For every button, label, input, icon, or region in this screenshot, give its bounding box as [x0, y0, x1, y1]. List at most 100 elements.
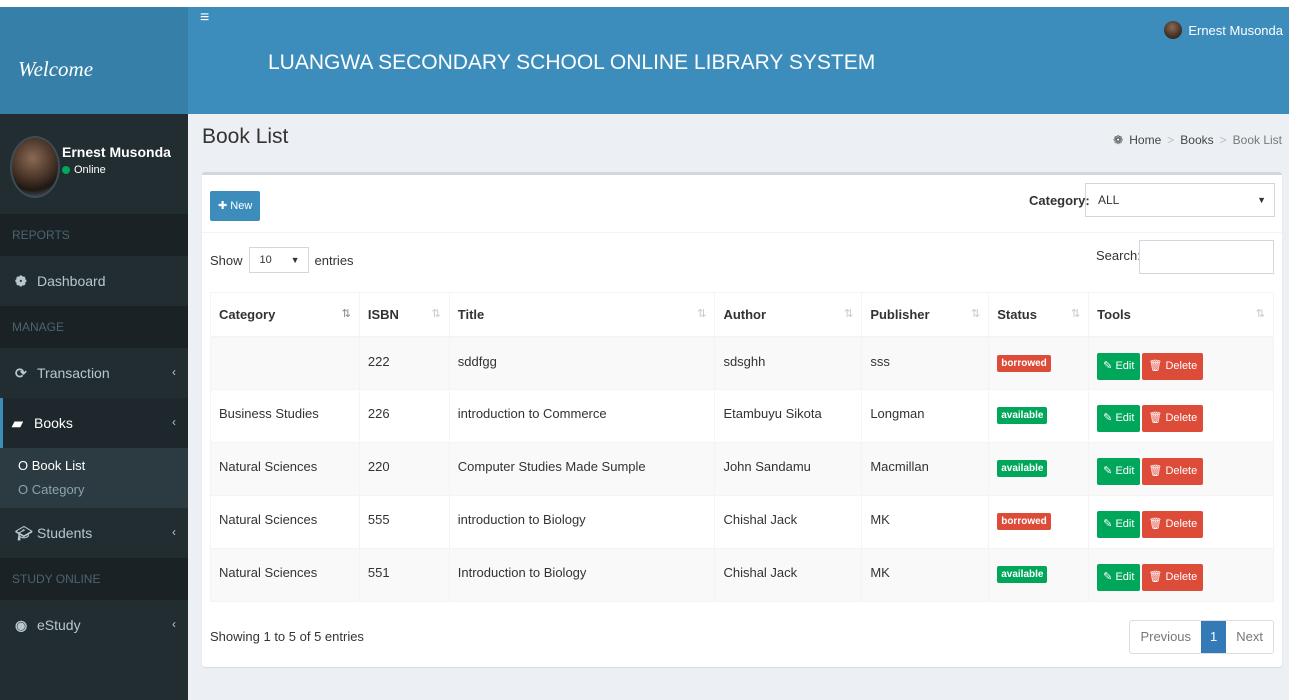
page-length-select[interactable]: 10 ▼: [248, 247, 309, 273]
books-submenu: O Book List O Category: [0, 448, 188, 508]
category-filter-select[interactable]: ALL ▼: [1085, 183, 1275, 217]
refresh-icon: ⟳: [15, 364, 27, 381]
breadcrumb-separator: >: [1167, 133, 1175, 147]
new-button-label: New: [230, 200, 253, 212]
section-manage: MANAGE: [0, 306, 188, 348]
page-length-control: Show 10 ▼ entries: [210, 247, 354, 273]
book-list-box: ✚ New Category: ALL ▼ Show 10 ▼ entries …: [202, 172, 1282, 667]
cell-title: Introduction to Biology: [448, 548, 716, 602]
trash-icon: 🗑︎: [1148, 359, 1163, 372]
circle-icon: O: [18, 482, 29, 497]
sidebar-item-book-list[interactable]: O Book List: [18, 454, 188, 478]
app-title: LUANGWA SECONDARY SCHOOL ONLINE LIBRARY …: [268, 51, 876, 74]
edit-button[interactable]: ✎ Edit: [1097, 405, 1141, 432]
page-length-value: 10: [259, 254, 272, 266]
trash-icon: 🗑︎: [1148, 465, 1163, 477]
cell-isbn: 555: [358, 495, 450, 549]
cell-author: John Sandamu: [714, 442, 863, 496]
edit-button[interactable]: ✎ Edit: [1097, 564, 1141, 591]
delete-button[interactable]: 🗑︎ Delete: [1142, 511, 1204, 538]
sidebar-item-label: eStudy: [37, 617, 81, 633]
previous-page-button[interactable]: Previous: [1130, 621, 1201, 653]
new-book-button[interactable]: ✚ New: [210, 191, 261, 221]
edit-button[interactable]: ✎ Edit: [1097, 511, 1141, 538]
sidebar-item-estudy[interactable]: ◉ eStudy ‹: [0, 600, 188, 650]
search-input[interactable]: [1139, 240, 1274, 274]
cell-publisher: MK: [861, 548, 990, 602]
trash-icon: 🗑︎: [1148, 412, 1163, 424]
entries-label: entries: [314, 252, 354, 268]
cell-author: sdsghh: [714, 336, 863, 390]
cell-author: Etambuyu Sikota: [714, 389, 863, 443]
cell-publisher: MK: [861, 495, 990, 549]
sidebar-item-label: Transaction: [37, 365, 110, 381]
cell-isbn: 551: [358, 548, 450, 602]
trash-icon: 🗑︎: [1148, 518, 1163, 530]
section-reports: REPORTS: [0, 214, 188, 256]
chevron-left-icon: ‹: [172, 415, 176, 429]
delete-button[interactable]: 🗑︎ Delete: [1142, 458, 1204, 485]
status-badge: available: [997, 460, 1048, 477]
book-icon: ▰: [12, 414, 23, 431]
cell-author: Chishal Jack: [714, 548, 863, 602]
column-header-author[interactable]: Author ⇅: [714, 292, 863, 338]
cell-title: Computer Studies Made Sumple: [448, 442, 716, 496]
sidebar-item-category[interactable]: O Category: [18, 478, 188, 502]
table-row: Natural Sciences 551 Introduction to Bio…: [210, 548, 1274, 602]
edit-button[interactable]: ✎ Edit: [1097, 352, 1141, 380]
sidebar-item-students[interactable]: 🎓︎ Students ‹: [0, 508, 188, 558]
user-menu-name: Ernest Musonda: [1188, 22, 1283, 38]
box-header: ✚ New Category: ALL ▼: [202, 175, 1282, 233]
column-header-isbn[interactable]: ISBN ⇅: [358, 292, 450, 338]
cell-category: Business Studies: [210, 389, 360, 443]
breadcrumb-separator: >: [1219, 133, 1227, 147]
chevron-left-icon: ‹: [172, 525, 176, 539]
chevron-left-icon: ‹: [172, 365, 176, 379]
table-row: 222 sddfgg sdsghh sss borrowed ✎ Edit 🗑︎ …: [210, 336, 1274, 390]
content-header: Book List ❁ Home > Books > Book List: [202, 125, 1282, 149]
avatar: [1164, 21, 1183, 39]
trash-icon: 🗑︎: [1148, 571, 1163, 583]
delete-button[interactable]: 🗑︎ Delete: [1142, 564, 1204, 591]
user-menu[interactable]: Ernest Musonda: [1164, 21, 1283, 39]
edit-icon: ✎: [1103, 412, 1113, 424]
sidebar-item-dashboard[interactable]: ❁ Dashboard: [0, 256, 188, 306]
cell-tools: ✎ Edit 🗑︎ Delete: [1088, 548, 1274, 602]
status-badge: borrowed: [997, 354, 1051, 372]
menu-toggle-icon[interactable]: ≡: [200, 9, 209, 27]
status-badge: available: [997, 407, 1048, 424]
column-header-publisher[interactable]: Publisher ⇅: [861, 292, 990, 338]
table-row: Business Studies 226 introduction to Com…: [210, 389, 1274, 443]
edit-icon: ✎: [1103, 571, 1113, 583]
breadcrumb-home[interactable]: Home: [1129, 133, 1161, 147]
dashboard-icon: ❁: [15, 272, 27, 289]
breadcrumb-books[interactable]: Books: [1180, 133, 1213, 147]
page-button-current[interactable]: 1: [1201, 621, 1227, 653]
graduation-cap-icon: 🎓︎: [15, 524, 33, 541]
cell-isbn: 222: [358, 336, 450, 390]
column-header-status[interactable]: Status ⇅: [988, 292, 1090, 338]
delete-button[interactable]: 🗑︎ Delete: [1142, 405, 1204, 432]
globe-icon: ◉: [15, 616, 28, 633]
sort-icon: ⇅: [431, 308, 441, 320]
pagination: Previous 1 Next: [1129, 620, 1274, 654]
sort-icon: ⇅: [844, 308, 854, 320]
show-label: Show: [210, 252, 243, 268]
sidebar-item-books[interactable]: ▰ Books ‹: [0, 398, 188, 448]
user-status-label: Online: [74, 164, 106, 176]
edit-button[interactable]: ✎ Edit: [1097, 458, 1141, 485]
next-page-button[interactable]: Next: [1226, 621, 1273, 653]
cell-tools: ✎ Edit 🗑︎ Delete: [1088, 442, 1274, 496]
column-header-title[interactable]: Title ⇅: [448, 292, 716, 338]
delete-button[interactable]: 🗑︎ Delete: [1142, 352, 1204, 380]
brand-label: Welcome: [18, 57, 94, 81]
column-header-category[interactable]: Category ⇅: [210, 292, 360, 338]
sort-icon: ⇅: [1070, 308, 1081, 320]
brand[interactable]: Welcome: [0, 7, 188, 114]
table-controls: Show 10 ▼ entries Search:: [202, 233, 1282, 293]
column-header-tools[interactable]: Tools ⇅: [1088, 292, 1274, 338]
sidebar-item-transaction[interactable]: ⟳ Transaction ‹: [0, 348, 188, 398]
status-badge: borrowed: [997, 513, 1051, 530]
user-name: Ernest Musonda: [62, 144, 171, 160]
edit-icon: ✎: [1103, 518, 1113, 530]
